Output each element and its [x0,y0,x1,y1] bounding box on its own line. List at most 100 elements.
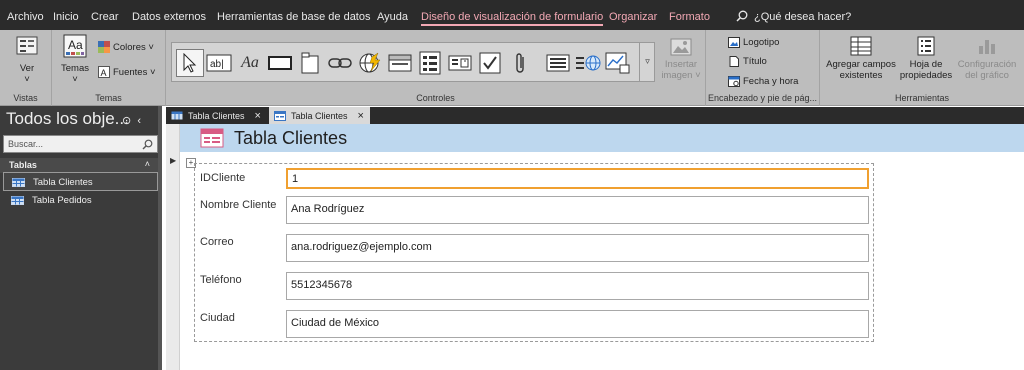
chevron-down-icon: ▿ [645,56,650,66]
form-icon [200,128,224,148]
menu-inicio[interactable]: Inicio [53,11,79,23]
form-icon [274,111,286,121]
attachment-icon[interactable] [506,49,534,77]
group-encabezado: Logotipo Título Fecha y hora Encabezado … [706,30,820,106]
record-pointer-icon: ▶ [170,156,177,165]
menu-ayuda[interactable]: Ayuda [377,11,408,23]
date-time-icon [728,76,740,87]
checkbox-control-icon[interactable] [476,49,504,77]
menu-crear[interactable]: Crear [91,11,119,23]
tab-control-icon[interactable] [296,49,324,77]
form-header: Tabla Clientes [180,124,1024,152]
label-nombre-cliente[interactable]: Nombre Cliente [200,199,276,211]
menu-herramientas-bd[interactable]: Herramientas de base de datos [217,11,370,23]
nav-item-tabla-clientes[interactable]: Tabla Clientes [3,172,158,191]
temas-button[interactable]: Aa Temas ˅ [60,34,90,85]
table-icon [171,111,183,120]
fonts-icon: A [98,66,110,78]
search-icon[interactable] [142,139,153,150]
web-browser-control-icon[interactable] [356,49,384,77]
nav-group-tablas[interactable]: Tablas ˄ [0,158,158,173]
page-break-icon[interactable] [446,49,474,77]
svg-text:Aa: Aa [68,38,83,52]
controls-gallery: ab| Aa [171,42,655,82]
chart-control-icon[interactable] [604,49,632,77]
insertar-imagen-line1: Insertar [664,59,698,70]
textbox-control-icon[interactable]: ab| [205,49,233,77]
menu-archivo[interactable]: Archivo [7,11,44,23]
fecha-hora-button[interactable]: Fecha y hora [728,76,798,87]
close-icon[interactable]: × [358,110,364,122]
group-herramientas: Agregar campos existentes Hoja de propie… [820,30,1024,106]
hoja-line2: propiedades [899,70,953,81]
ver-label: Ver [19,63,35,74]
gallery-more-button[interactable]: ▿ [639,42,655,82]
close-icon[interactable]: × [255,110,261,122]
tab-label: Tabla Clientes [188,111,245,121]
menu-organizar[interactable]: Organizar [609,11,657,23]
nav-search-placeholder: Buscar... [8,139,44,149]
chart-settings-icon [979,40,995,54]
colors-icon [98,41,110,53]
nav-pane-controls: ⊙ ‹ [122,114,141,127]
button-control-icon[interactable] [266,49,294,77]
tab-tabla-clientes-2[interactable]: Tabla Clientes × [269,107,370,124]
collapse-pane-icon[interactable]: ‹ [137,115,141,127]
search-icon [736,10,748,22]
input-idcliente[interactable]: 1 [286,168,869,189]
chevron-down-icon: ˅ [24,74,30,85]
ribbon: Ver ˅ Vistas Aa Temas ˅ Colores ˅ A Fuent… [0,30,1024,106]
hyperlink-control-icon[interactable] [326,49,354,77]
nav-group-label: Tablas [9,160,37,170]
label-idcliente[interactable]: IDCliente [200,172,245,184]
nav-search-input[interactable]: Buscar... [3,135,158,153]
insertar-imagen-line2: imagen ˅ [661,70,701,81]
navigation-pane: Todos los obje... ⊙ ‹ Buscar... Tablas ˄… [0,106,162,370]
label-control-icon[interactable]: Aa [236,49,264,77]
logotipo-button[interactable]: Logotipo [728,37,779,48]
agregar-campos-button[interactable]: Agregar campos existentes [826,36,896,81]
group-vistas: Ver ˅ Vistas [0,30,52,106]
hoja-line1: Hoja de [909,59,943,70]
input-nombre-cliente[interactable]: Ana Rodríguez [286,196,869,224]
menu-diseno-formulario[interactable]: Diseño de visualización de formulario [421,11,604,26]
nav-item-tabla-pedidos[interactable]: Tabla Pedidos [3,191,158,210]
image-icon [670,38,692,56]
fuentes-button[interactable]: A Fuentes ˅ [98,66,156,78]
menu-datos-externos[interactable]: Datos externos [132,11,206,23]
encabezado-group-label: Encabezado y pie de pág... [707,93,818,103]
colores-label: Colores [113,42,146,53]
nav-menu-icon[interactable]: ⊙ [122,115,131,127]
label-correo[interactable]: Correo [200,236,234,248]
configuracion-grafico-button[interactable]: Configuración del gráfico [954,36,1020,81]
option-group-icon[interactable] [416,49,444,77]
colores-button[interactable]: Colores ˅ [98,41,154,53]
menu-formato[interactable]: Formato [669,11,710,23]
input-correo[interactable]: ana.rodriguez@ejemplo.com [286,234,869,262]
tell-me-search[interactable]: ¿Qué desea hacer? [736,10,851,23]
record-selector[interactable]: ▶ [166,124,180,370]
table-icon [11,196,24,205]
nav-pane-title[interactable]: Todos los obje... [6,109,129,129]
form-title[interactable]: Tabla Clientes [234,128,347,149]
ver-button[interactable]: Ver ˅ [14,36,40,85]
logotipo-label: Logotipo [743,37,780,48]
vistas-group-label: Vistas [13,93,38,103]
input-ciudad[interactable]: Ciudad de México [286,310,869,338]
combo-box-icon[interactable] [574,49,602,77]
list-box-icon[interactable] [544,49,572,77]
themes-icon: Aa [63,34,87,58]
label-ciudad[interactable]: Ciudad [200,312,235,324]
label-telefono[interactable]: Teléfono [200,274,242,286]
fuentes-label: Fuentes [113,67,148,78]
select-pointer-icon[interactable] [176,49,204,77]
tab-tabla-clientes-1[interactable]: Tabla Clientes × [166,107,267,124]
herramientas-group-label: Herramientas [894,93,950,103]
insertar-imagen-button[interactable]: Insertar imagen ˅ [660,38,702,81]
hoja-propiedades-button[interactable]: Hoja de propiedades [898,36,954,81]
navigation-control-icon[interactable] [386,49,414,77]
input-telefono[interactable]: 5512345678 [286,272,869,300]
chevron-up-icon: ˄ [144,159,150,169]
nav-item-label: Tabla Clientes [33,177,93,188]
titulo-button[interactable]: Título [728,56,767,67]
